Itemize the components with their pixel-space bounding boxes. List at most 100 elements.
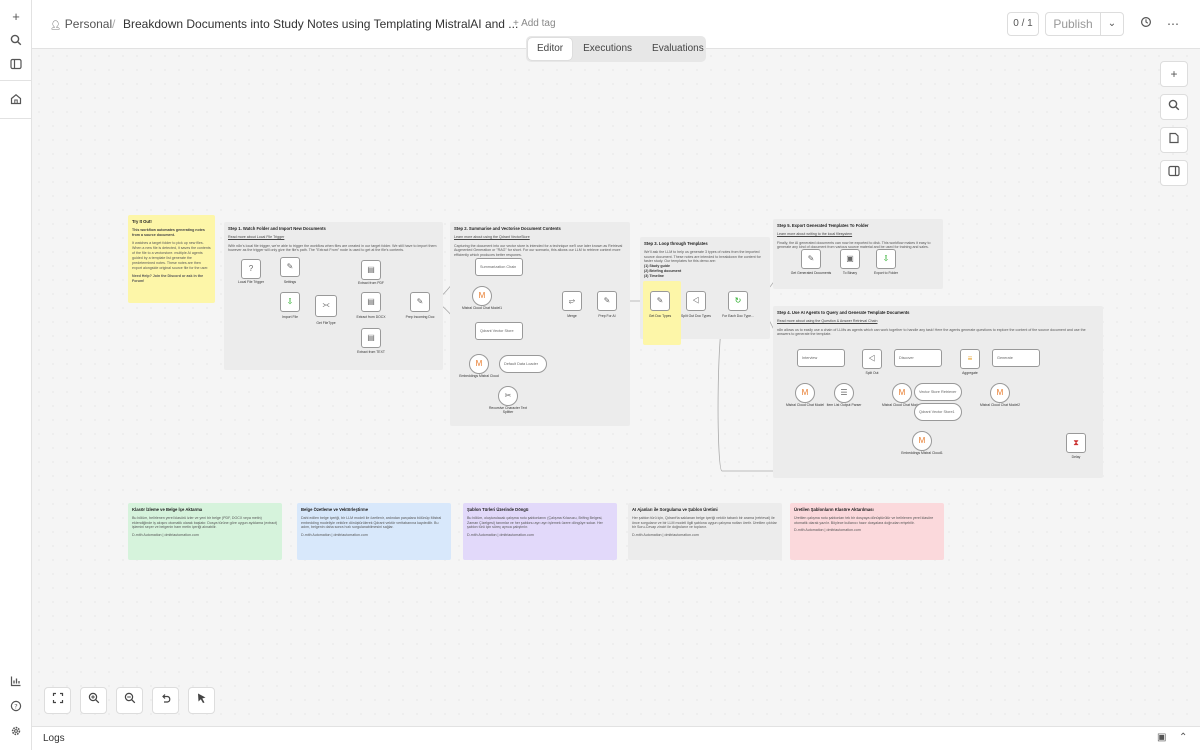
panel-icon[interactable] bbox=[5, 53, 27, 75]
more-options-icon[interactable]: ⋯ bbox=[1163, 14, 1183, 34]
interview-node[interactable]: Interview bbox=[797, 349, 845, 367]
mistral-chat-model-node[interactable]: M bbox=[795, 383, 815, 403]
note-export-tr[interactable]: Üretilen Şablonların Klasöre Aktarılması… bbox=[790, 503, 944, 560]
selection-mode-button[interactable] bbox=[188, 687, 215, 714]
split-out-node[interactable]: ⨞ bbox=[862, 349, 882, 369]
undo-button[interactable] bbox=[152, 687, 179, 714]
svg-text:?: ? bbox=[14, 702, 17, 710]
import-file-node[interactable]: ⇩ bbox=[280, 292, 300, 312]
note-folder-watch-tr[interactable]: Klasör İzleme ve Belge İçe Aktarma Bu bö… bbox=[128, 503, 282, 560]
tab-evaluations[interactable]: Evaluations bbox=[643, 38, 713, 60]
local-file-trigger-node[interactable]: ? bbox=[241, 259, 261, 279]
help-icon[interactable]: ? bbox=[5, 695, 27, 717]
pop-out-icon[interactable]: ▣ bbox=[1157, 732, 1166, 743]
mistral-chat-model-node[interactable]: M bbox=[892, 383, 912, 403]
settings-icon[interactable] bbox=[5, 720, 27, 742]
home-icon[interactable] bbox=[5, 88, 27, 110]
aggregate-node[interactable]: ≡ bbox=[960, 349, 980, 369]
node-label: Delay bbox=[1071, 455, 1081, 459]
get-doc-types-node[interactable]: ✎ bbox=[650, 291, 670, 311]
for-each-doc-type-node[interactable]: ↻ bbox=[728, 291, 748, 311]
extract-docx-node[interactable]: ▤ bbox=[361, 292, 381, 312]
note-summarize-tr[interactable]: Belge Özetleme ve Vektörleştirme Dahi ed… bbox=[297, 503, 451, 560]
merge-node[interactable]: ⥂ bbox=[562, 291, 582, 311]
node-label: Mistral Cloud Chat Model2 bbox=[980, 403, 1020, 407]
node-label: Prep For AI bbox=[598, 314, 616, 318]
mistral-chat-model-node[interactable]: M bbox=[472, 286, 492, 306]
search-nodes-button[interactable] bbox=[1160, 94, 1188, 120]
note-credit[interactable]: D-mith Automation | dmitriautomation.com bbox=[632, 533, 778, 538]
text-splitter-node[interactable]: ✂ bbox=[498, 386, 518, 406]
note-credit[interactable]: D-mith Automation | dmitriautomation.com bbox=[794, 528, 940, 533]
add-node-button[interactable]: + bbox=[1160, 61, 1188, 87]
embeddings-mistral-node[interactable]: M bbox=[469, 354, 489, 374]
project-breadcrumb[interactable]: 👤︎ Personal bbox=[50, 17, 112, 31]
mistral-chat-model-node[interactable]: M bbox=[990, 383, 1010, 403]
note-link[interactable]: Learn more about using the Qdrant Vector… bbox=[454, 235, 626, 240]
node-label: Discover bbox=[899, 356, 914, 360]
get-filetype-node[interactable]: ⪥ bbox=[315, 295, 337, 317]
zoom-in-icon bbox=[88, 692, 99, 704]
note-credit[interactable]: D-mith Automation | dmitriautomation.com bbox=[301, 533, 447, 538]
embeddings-mistral-node[interactable]: M bbox=[912, 431, 932, 451]
note-link[interactable]: Read more about Local File Trigger bbox=[228, 235, 439, 240]
fit-view-button[interactable] bbox=[44, 687, 71, 714]
vector-store-retriever-node[interactable]: Vector Store Retriever bbox=[914, 383, 962, 401]
editor-tabs: Editor Executions Evaluations bbox=[526, 36, 706, 62]
zoom-out-button[interactable] bbox=[116, 687, 143, 714]
note-link[interactable]: Read more about using the Question & Ans… bbox=[777, 319, 1099, 324]
delay-node[interactable]: ⧗ bbox=[1066, 433, 1086, 453]
qdrant-vector-store-node[interactable]: Qdrant Vector Store1 bbox=[914, 403, 962, 421]
qdrant-vector-store-node[interactable]: Qdrant Vector Store bbox=[475, 322, 523, 340]
add-tag-link[interactable]: + Add tag bbox=[513, 18, 556, 29]
zoom-in-button[interactable] bbox=[80, 687, 107, 714]
logs-panel[interactable]: Logs ▣ ⌃ bbox=[32, 726, 1200, 750]
node-label: Extract from DOCX bbox=[356, 315, 386, 319]
rail-divider bbox=[0, 80, 32, 81]
tab-editor[interactable]: Editor bbox=[528, 38, 573, 60]
prep-incoming-doc-node[interactable]: ✎ bbox=[410, 292, 430, 312]
plus-icon[interactable]: + bbox=[5, 5, 27, 27]
note-ai-agents-tr[interactable]: AI Ajanları ile Sorgulama ve Şablon Üret… bbox=[628, 503, 782, 560]
split-doc-types-node[interactable]: ⨞ bbox=[686, 291, 706, 311]
tab-executions[interactable]: Executions bbox=[574, 38, 641, 60]
note-try-it-out[interactable]: Try It Out! This workflow automates gene… bbox=[128, 215, 215, 303]
note-link[interactable]: Learn more about writing to the local fi… bbox=[777, 232, 939, 237]
node-label: Get FileType bbox=[316, 321, 336, 325]
workflow-title[interactable]: Breakdown Documents into Study Notes usi… bbox=[123, 17, 518, 31]
extract-text-node[interactable]: ▤ bbox=[361, 328, 381, 348]
history-icon[interactable] bbox=[1136, 14, 1156, 34]
discover-node[interactable]: Discover bbox=[894, 349, 942, 367]
user-icon: 👤︎ bbox=[50, 20, 62, 30]
generate-node[interactable]: Generate bbox=[992, 349, 1040, 367]
zoom-out-icon bbox=[124, 692, 135, 704]
note-body: Dahi edilen belge içeriği, bir LLM model… bbox=[301, 515, 442, 530]
prep-for-ai-node[interactable]: ✎ bbox=[597, 291, 617, 311]
node-label: Mistral Cloud Chat Model bbox=[785, 403, 825, 407]
item-list-parser-node[interactable]: ☰ bbox=[834, 383, 854, 403]
workflow-canvas[interactable]: Try It Out! This workflow automates gene… bbox=[32, 49, 1200, 726]
chevron-up-icon[interactable]: ⌃ bbox=[1179, 732, 1187, 743]
extract-pdf-node[interactable]: ▤ bbox=[361, 260, 381, 280]
publish-button[interactable]: Publish bbox=[1045, 12, 1101, 36]
publish-dropdown-button[interactable]: ⌄ bbox=[1100, 12, 1124, 36]
note-credit[interactable]: D-mith Automation | dmitriautomation.com bbox=[467, 533, 613, 538]
fit-view-icon bbox=[52, 692, 63, 704]
plus-icon: + bbox=[1170, 67, 1178, 81]
settings-node[interactable]: ✎ bbox=[280, 257, 300, 277]
add-sticky-note-button[interactable] bbox=[1160, 127, 1188, 153]
chart-icon[interactable] bbox=[5, 670, 27, 692]
export-to-folder-node[interactable]: ⇩ bbox=[876, 249, 896, 269]
to-binary-node[interactable]: ▣ bbox=[840, 249, 860, 269]
default-data-loader-node[interactable]: Default Data Loader bbox=[499, 355, 547, 373]
node-label: Summarization Chain bbox=[480, 265, 517, 269]
search-icon bbox=[1168, 99, 1180, 111]
note-title: Üretilen Şablonların Klasöre Aktarılması bbox=[794, 507, 874, 512]
get-generated-docs-node[interactable]: ✎ bbox=[801, 249, 821, 269]
toggle-sidebar-button[interactable] bbox=[1160, 160, 1188, 186]
summarization-chain-node[interactable]: Summarization Chain bbox=[475, 258, 523, 276]
note-body: n8n allows us to easily use a chain of L… bbox=[777, 327, 1086, 337]
note-template-loop-tr[interactable]: Şablon Türleri Üzerinde Döngü Bu bölüm, … bbox=[463, 503, 617, 560]
search-icon[interactable] bbox=[5, 29, 27, 51]
note-credit[interactable]: D-mith Automation | dmitriautomation.com bbox=[132, 533, 278, 538]
